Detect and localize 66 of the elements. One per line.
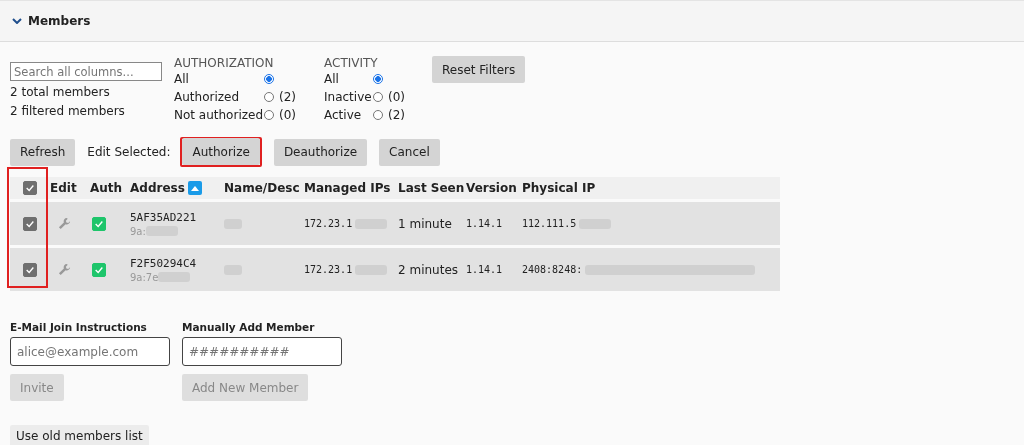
section-header[interactable]: Members <box>0 0 1024 42</box>
radio-button[interactable] <box>373 110 383 120</box>
managed-ip: 172.23.1 <box>304 264 353 275</box>
field-label: Manually Add Member <box>182 321 316 333</box>
column-header[interactable]: Edit <box>50 181 77 195</box>
section-title: Members <box>28 14 91 28</box>
version: 1.14.1 <box>466 218 503 229</box>
radio-button[interactable] <box>264 74 274 84</box>
field-label: E-Mail Join Instructions <box>10 321 148 333</box>
mac-address: 9a: <box>130 225 146 237</box>
filter-option-label: Not authorized <box>174 108 264 122</box>
filter-option-label: Active <box>324 108 363 122</box>
managed-ip: 172.23.1 <box>304 218 353 229</box>
filter-option-label: All <box>174 72 190 86</box>
filter-count: (2) <box>388 108 405 122</box>
filter-option-label: Authorized <box>174 90 241 104</box>
mac-address: 9a:7e <box>130 271 159 283</box>
column-header[interactable]: Managed IPs <box>304 181 391 195</box>
radio-button[interactable] <box>264 110 274 120</box>
checkmark-icon <box>25 264 35 275</box>
filter-option-label: Inactive <box>324 90 373 104</box>
auth-checkbox[interactable] <box>92 262 106 277</box>
select-all-checkbox[interactable] <box>23 181 37 195</box>
column-header[interactable]: Name/Desc <box>224 181 300 195</box>
chevron-down-icon <box>12 18 22 24</box>
wrench-icon[interactable] <box>58 263 71 276</box>
auth-checkbox[interactable] <box>92 216 106 231</box>
member-count: 2 total members <box>10 84 111 101</box>
column-header[interactable]: Auth <box>90 181 123 195</box>
checkmark-icon <box>94 264 104 275</box>
action-button[interactable]: Cancel <box>379 138 440 166</box>
row-checkbox[interactable] <box>23 262 37 277</box>
radio-button[interactable] <box>373 92 383 102</box>
filter-count: (0) <box>388 90 405 104</box>
row-checkbox[interactable] <box>23 216 37 231</box>
radio-button[interactable] <box>373 74 383 84</box>
filter-count: (2) <box>279 90 296 104</box>
radio-button[interactable] <box>264 92 274 102</box>
filter-title: ACTIVITY <box>324 56 379 70</box>
column-header[interactable]: Physical IP <box>522 181 596 195</box>
physical-ip: 112.111.5 <box>522 218 577 229</box>
last-seen: 2 minutes <box>398 262 459 277</box>
checkmark-icon <box>25 218 35 229</box>
sort-ascending-icon[interactable] <box>187 181 202 195</box>
physical-ip: 2408:8248: <box>522 264 583 275</box>
checkmark-icon <box>94 218 104 229</box>
refresh-button[interactable]: Refresh <box>10 138 76 166</box>
column-header[interactable]: Version <box>466 181 517 195</box>
column-header[interactable]: Last Seen <box>398 181 465 195</box>
member-count: 2 filtered members <box>10 103 126 120</box>
reset-filters-button[interactable]: Reset Filters <box>432 56 526 83</box>
member-address: 5AF35AD221 <box>130 210 197 224</box>
version: 1.14.1 <box>466 264 503 275</box>
action-button[interactable]: Authorize <box>182 138 260 165</box>
member-address: F2F50294C4 <box>130 256 197 270</box>
last-seen: 1 minute <box>398 216 452 231</box>
filter-option-label: All <box>324 72 340 86</box>
filter-title: AUTHORIZATION <box>174 56 275 70</box>
action-button[interactable]: Deauthorize <box>273 138 368 166</box>
checkmark-icon <box>25 183 35 193</box>
wrench-icon[interactable] <box>58 217 71 230</box>
column-header[interactable]: Address <box>130 181 185 195</box>
filter-count: (0) <box>279 108 296 122</box>
edit-selected-label: Edit Selected: <box>87 145 171 159</box>
search-field[interactable]: Search all columns... <box>10 62 162 81</box>
old-members-list-button[interactable]: Use old members list <box>10 425 149 445</box>
